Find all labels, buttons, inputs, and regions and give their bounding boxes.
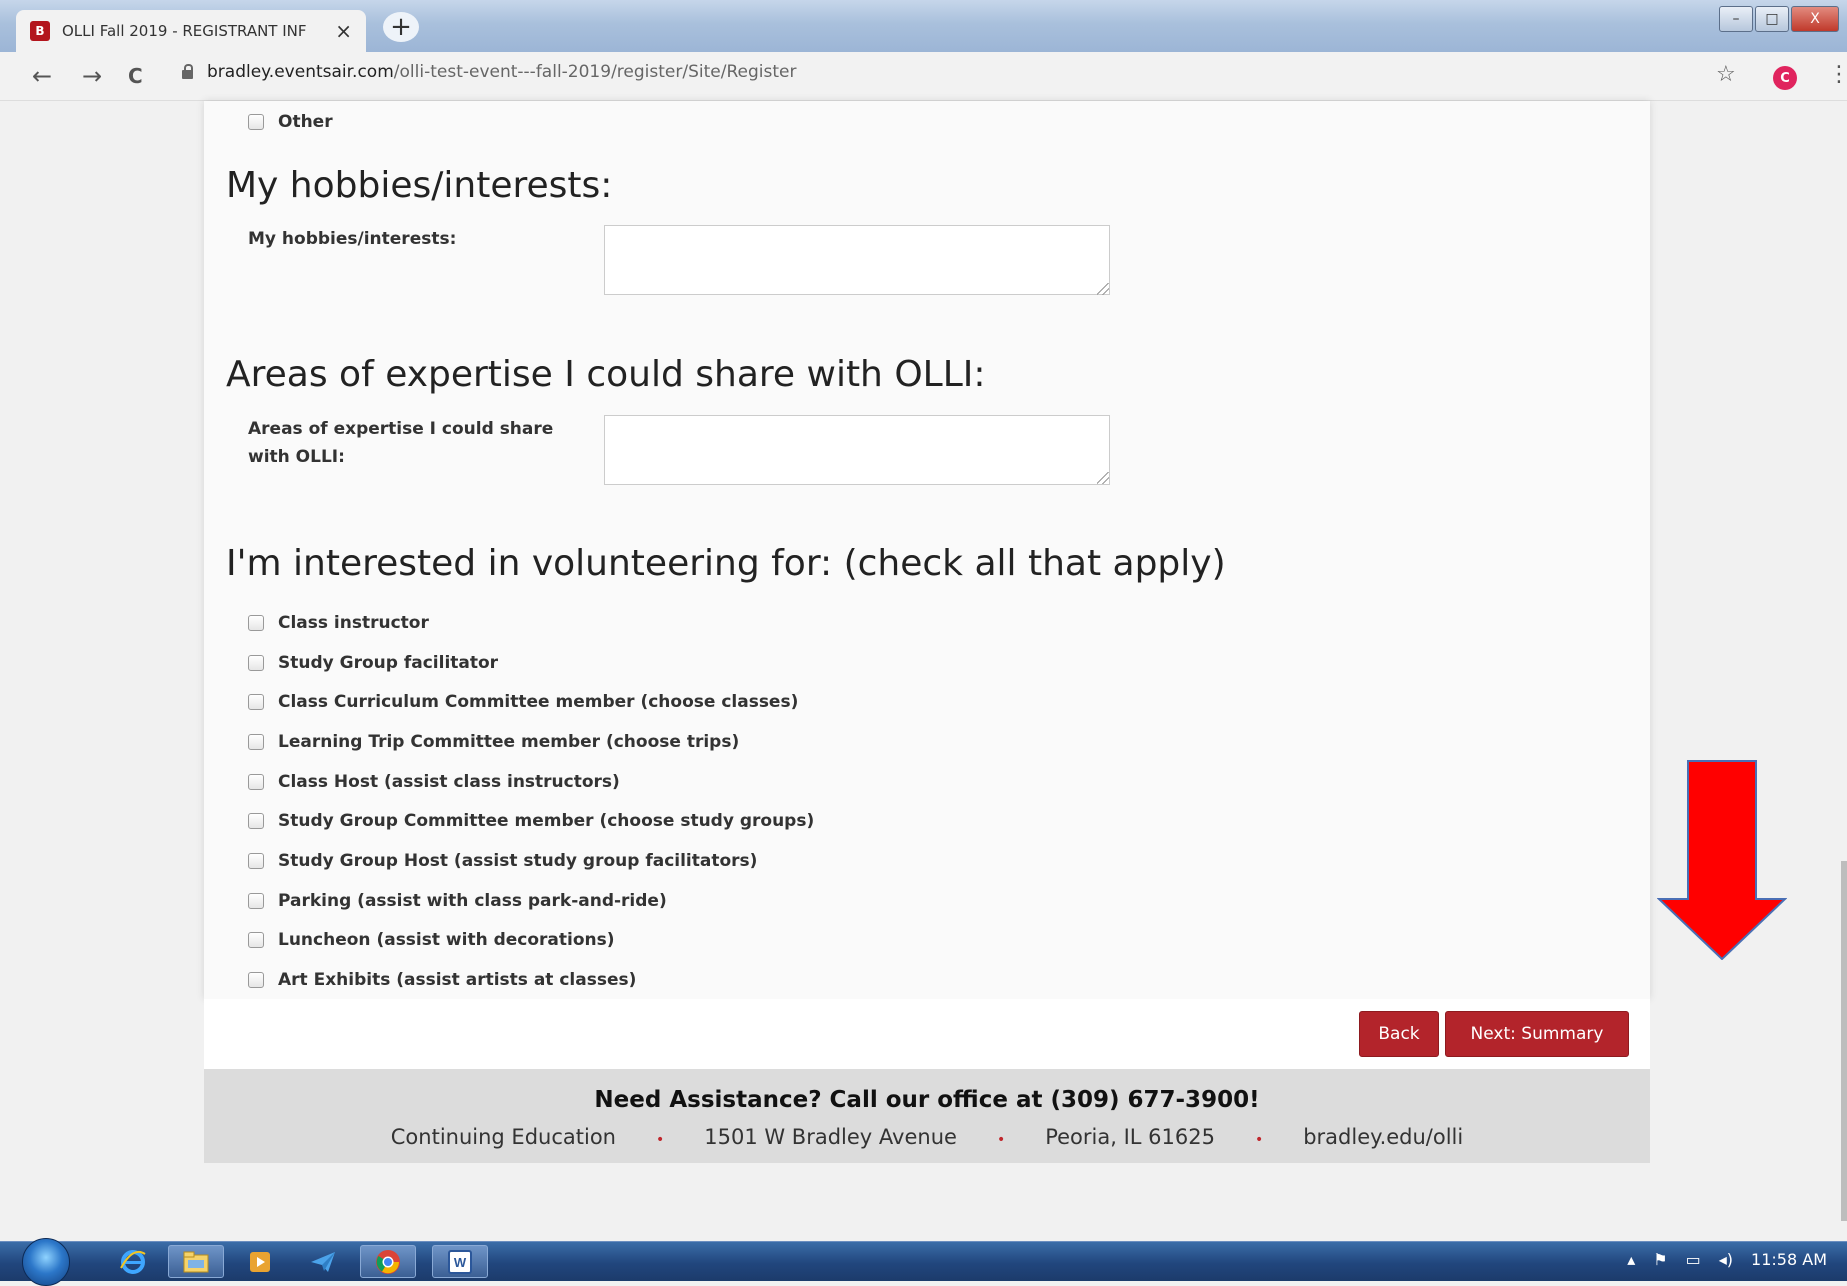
windows-taskbar: W ▴ ⚑ ▭ ◂) 11:58 AM [0,1238,1847,1286]
checkbox-other[interactable]: Other [248,112,333,132]
option-label: Art Exhibits (assist artists at classes) [278,970,637,990]
minimize-button[interactable]: – [1719,6,1753,32]
volunteer-option[interactable]: Art Exhibits (assist artists at classes) [248,970,636,990]
checkbox-label: Other [278,112,333,132]
checkbox[interactable] [248,893,264,909]
volunteer-option[interactable]: Learning Trip Committee member (choose t… [248,732,739,752]
bookmark-star-icon[interactable]: ☆ [1716,62,1736,87]
checkbox[interactable] [248,615,264,631]
checkbox[interactable] [248,734,264,750]
option-label: Class Host (assist class instructors) [278,772,620,792]
volunteer-option[interactable]: Class instructor [248,613,429,633]
page-footer: Need Assistance? Call our office at (309… [204,1069,1650,1163]
option-label: Study Group Host (assist study group fac… [278,851,758,871]
internet-explorer-icon[interactable] [105,1245,161,1278]
expertise-heading: Areas of expertise I could share with OL… [226,354,986,395]
tab-title: OLLI Fall 2019 - REGISTRANT INF [62,22,307,40]
form-navigation: Back Next: Summary [204,999,1650,1069]
bullet-separator: • [1254,1132,1264,1148]
option-label: Study Group Committee member (choose stu… [278,811,815,831]
expertise-label: Areas of expertise I could share with OL… [248,419,554,467]
volunteer-option[interactable]: Study Group facilitator [248,653,498,673]
lock-icon [182,63,193,79]
option-label: Class Curriculum Committee member (choos… [278,692,799,712]
bullet-separator: • [996,1132,1006,1148]
checkbox[interactable] [248,972,264,988]
tray-expand-icon[interactable]: ▴ [1627,1250,1635,1269]
footer-city: Peoria, IL 61625 [1045,1125,1215,1149]
url-domain: bradley.eventsair.com [207,62,394,82]
footer-org: Continuing Education [390,1125,616,1149]
file-explorer-icon[interactable] [168,1245,224,1278]
hobbies-label: My hobbies/interests: [248,229,457,249]
clock[interactable]: 11:58 AM [1751,1250,1827,1269]
forward-arrow-icon[interactable]: → [82,62,102,90]
checkbox[interactable] [248,774,264,790]
reload-icon[interactable]: C [128,64,143,88]
mail-send-icon[interactable] [295,1245,351,1278]
profile-avatar[interactable]: C [1773,66,1797,90]
window-controls: – □ X [1717,6,1839,32]
next-summary-button[interactable]: Next: Summary [1445,1011,1629,1057]
option-label: Luncheon (assist with decorations) [278,930,615,950]
volume-icon[interactable]: ◂) [1719,1250,1733,1269]
checkbox[interactable] [248,853,264,869]
word-icon[interactable]: W [432,1245,488,1278]
volunteer-option[interactable]: Class Host (assist class instructors) [248,772,620,792]
volunteer-option[interactable]: Study Group Committee member (choose stu… [248,811,814,831]
new-tab-button[interactable]: + [383,12,419,42]
volunteer-option[interactable]: Parking (assist with class park-and-ride… [248,891,667,911]
hobbies-textarea[interactable] [604,225,1110,295]
window-titlebar: B OLLI Fall 2019 - REGISTRANT INF × + – … [0,0,1847,52]
address-bar[interactable]: bradley.eventsair.com/olli-test-event---… [182,62,796,82]
footer-address: 1501 W Bradley Avenue [704,1125,957,1149]
checkbox[interactable] [248,114,264,130]
back-button[interactable]: Back [1359,1011,1439,1057]
network-icon[interactable]: ▭ [1686,1250,1701,1269]
footer-contact: Continuing Education • 1501 W Bradley Av… [204,1125,1650,1155]
browser-toolbar: ← → C bradley.eventsair.com/olli-test-ev… [0,52,1847,101]
volunteer-option[interactable]: Study Group Host (assist study group fac… [248,851,757,871]
volunteer-option[interactable]: Class Curriculum Committee member (choos… [248,692,798,712]
media-player-icon[interactable] [232,1245,288,1278]
svg-text:W: W [454,1255,467,1270]
bradley-favicon-icon: B [30,21,50,41]
action-center-flag-icon[interactable]: ⚑ [1653,1250,1667,1269]
close-window-button[interactable]: X [1791,6,1839,32]
page-viewport: Other My hobbies/interests: My hobbies/i… [0,101,1847,1241]
back-arrow-icon[interactable]: ← [32,62,52,90]
option-label: Class instructor [278,613,429,633]
registration-form: Other My hobbies/interests: My hobbies/i… [204,101,1787,1069]
option-label: Learning Trip Committee member (choose t… [278,732,740,752]
option-label: Parking (assist with class park-and-ride… [278,891,667,911]
hobbies-heading: My hobbies/interests: [226,165,613,206]
resize-grip-icon[interactable] [1097,283,1109,295]
checkbox[interactable] [248,813,264,829]
chrome-icon[interactable] [360,1245,416,1278]
volunteer-heading: I'm interested in volunteering for: (che… [226,543,1226,584]
start-button[interactable] [22,1238,70,1286]
maximize-button[interactable]: □ [1755,6,1789,32]
system-tray: ▴ ⚑ ▭ ◂) 11:58 AM [1609,1250,1827,1269]
checkbox[interactable] [248,932,264,948]
tab-close-icon[interactable]: × [335,19,352,43]
volunteer-option[interactable]: Luncheon (assist with decorations) [248,930,615,950]
checkbox[interactable] [248,655,264,671]
expertise-textarea[interactable] [604,415,1110,485]
annotation-arrow-icon [1657,760,1787,960]
option-label: Study Group facilitator [278,653,499,673]
resize-grip-icon[interactable] [1097,472,1109,484]
bullet-separator: • [655,1132,665,1148]
page-scrollbar[interactable] [1841,861,1847,1221]
url-path: /olli-test-event---fall-2019/register/Si… [393,62,797,82]
footer-website[interactable]: bradley.edu/olli [1303,1125,1463,1155]
browser-menu-icon[interactable]: ⋮ [1828,62,1847,87]
checkbox[interactable] [248,694,264,710]
browser-tab[interactable]: B OLLI Fall 2019 - REGISTRANT INF × [16,10,366,52]
assistance-text: Need Assistance? Call our office at (309… [594,1087,1260,1113]
